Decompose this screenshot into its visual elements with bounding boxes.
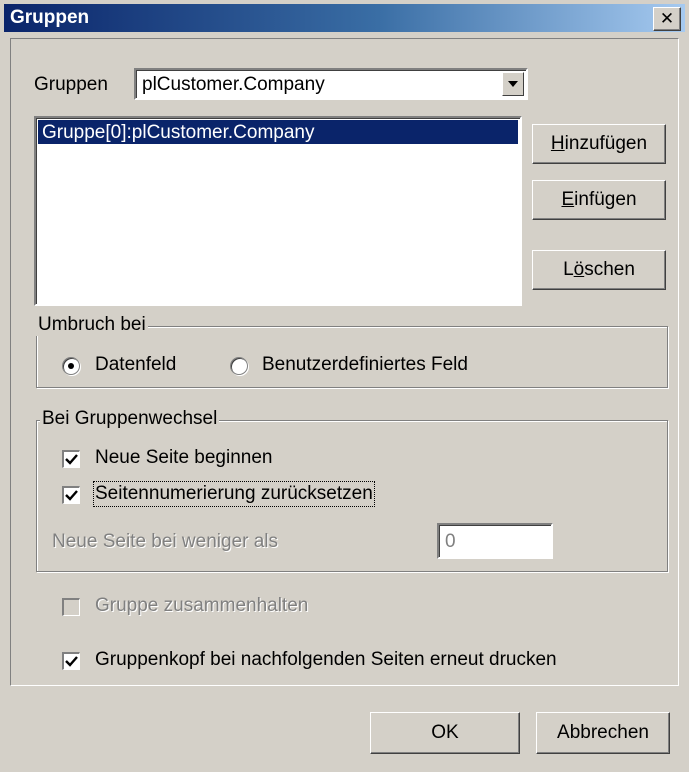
- add-button[interactable]: Hinzufügen: [532, 124, 666, 164]
- radio-custom-field[interactable]: [230, 357, 248, 375]
- title-bar[interactable]: Gruppen ✕: [4, 4, 685, 32]
- add-button-accel: H: [550, 133, 565, 154]
- cancel-button[interactable]: Abbrechen: [536, 712, 670, 754]
- groups-label: Gruppen: [34, 74, 108, 95]
- add-button-label-post: inzufügen: [564, 133, 648, 154]
- keep-together-label: Gruppe zusammenhalten: [95, 595, 309, 616]
- radio-datenfeld[interactable]: [62, 357, 80, 375]
- list-item[interactable]: Gruppe[0]:plCustomer.Company: [38, 120, 518, 144]
- groups-combobox-value: plCustomer.Company: [142, 74, 325, 95]
- list-item-label: Gruppe[0]:plCustomer.Company: [42, 122, 315, 143]
- new-page-less-label: Neue Seite bei weniger als: [52, 531, 279, 552]
- groups-listbox[interactable]: Gruppe[0]:plCustomer.Company: [34, 116, 522, 306]
- delete-button-label-pre: L: [563, 259, 574, 280]
- ok-button[interactable]: OK: [370, 712, 520, 754]
- cancel-button-label: Abbrechen: [557, 722, 649, 743]
- dialog-window: Gruppen ✕ Gruppen plCustomer.Company Gru…: [0, 0, 689, 772]
- groups-combobox[interactable]: plCustomer.Company: [134, 68, 528, 100]
- keep-together-checkbox[interactable]: [62, 598, 80, 616]
- new-page-label[interactable]: Neue Seite beginnen: [95, 447, 272, 469]
- delete-button[interactable]: Lö schen: [532, 250, 666, 290]
- reset-numbering-checkbox[interactable]: [62, 486, 80, 504]
- insert-button-accel: E: [561, 189, 575, 210]
- radio-custom-field-label[interactable]: Benutzerdefiniertes Feld: [262, 354, 468, 376]
- break-on-title: Umbruch bei: [36, 314, 148, 336]
- group-change-title: Bei Gruppenwechsel: [40, 408, 220, 430]
- ok-button-label: OK: [431, 722, 459, 743]
- new-page-less-input[interactable]: 0: [437, 523, 553, 559]
- insert-button[interactable]: Einfügen: [532, 180, 666, 220]
- radio-datenfeld-label[interactable]: Datenfeld: [95, 354, 176, 376]
- delete-button-label-post: schen: [584, 259, 635, 280]
- insert-button-label-post: infügen: [574, 189, 637, 210]
- new-page-checkbox[interactable]: [62, 450, 80, 468]
- chevron-down-icon[interactable]: [502, 72, 524, 96]
- window-title: Gruppen: [10, 7, 90, 28]
- reset-numbering-label[interactable]: Seitennumerierung zurücksetzen: [93, 481, 375, 507]
- delete-button-accel: ö: [573, 259, 585, 280]
- reprint-header-checkbox[interactable]: [62, 652, 80, 670]
- reprint-header-label[interactable]: Gruppenkopf bei nachfolgenden Seiten ern…: [95, 649, 557, 671]
- new-page-less-value: 0: [445, 531, 456, 552]
- close-icon[interactable]: ✕: [653, 7, 681, 31]
